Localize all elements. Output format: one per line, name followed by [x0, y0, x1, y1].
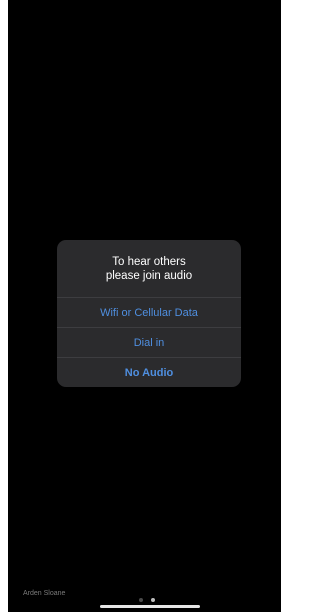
dialog-title-line-2: please join audio	[105, 269, 193, 282]
dialog-title: To hear others please join audio	[57, 240, 241, 297]
page-indicator[interactable]	[139, 598, 155, 602]
page-dot-2[interactable]	[151, 598, 155, 602]
page-dot-1[interactable]	[139, 598, 143, 602]
no-audio-button[interactable]: No Audio	[57, 357, 241, 387]
meeting-screen: To hear others please join audio Wifi or…	[8, 0, 281, 612]
dialog-title-line-1: To hear others	[112, 255, 186, 268]
presenter-name: Arden Sloane	[23, 590, 66, 597]
join-audio-dialog: To hear others please join audio Wifi or…	[57, 240, 241, 387]
wifi-cellular-audio-button[interactable]: Wifi or Cellular Data	[57, 297, 241, 327]
dial-in-button[interactable]: Dial in	[57, 327, 241, 357]
home-indicator[interactable]	[100, 605, 200, 608]
